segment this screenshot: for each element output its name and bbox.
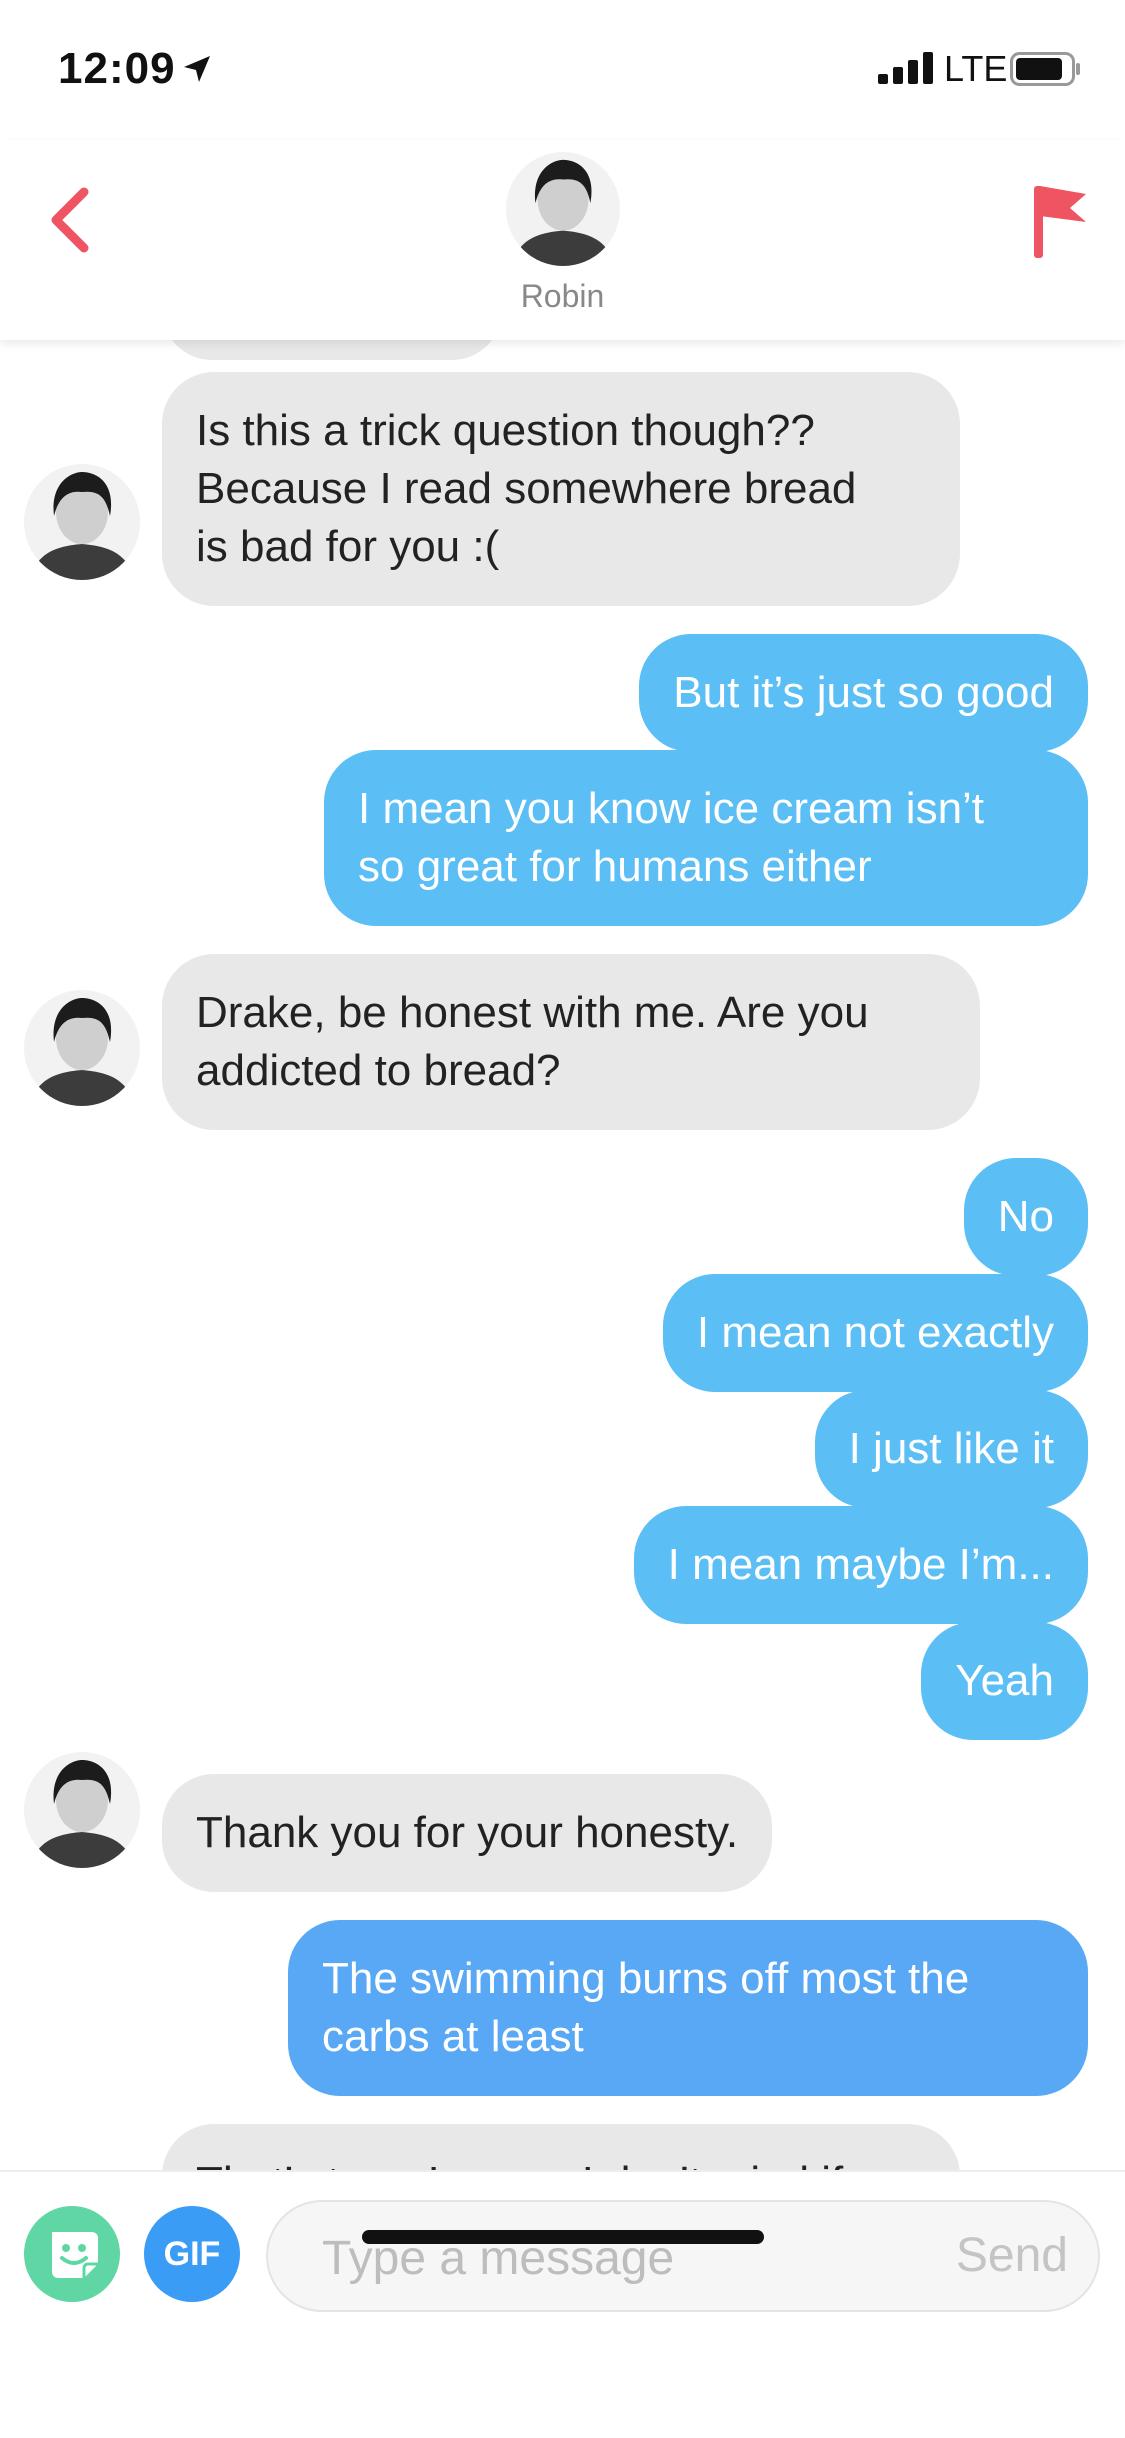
message-thread[interactable]: Is this a trick question though?? Becaus… [0, 340, 1125, 2170]
status-time: 12:09 [58, 44, 176, 93]
message-bubble-sent: The swimming burns off most the carbs at… [288, 1920, 1088, 2096]
avatar[interactable] [24, 464, 140, 580]
message-bubble-received: Thank you for your honesty. [162, 1774, 773, 1892]
message-bubble-sent: I mean maybe I’m... [633, 1506, 1088, 1624]
message-bubble-sent: But it’s just so good [639, 634, 1088, 752]
message-bubble-received: Drake, be honest with me. Are you addict… [162, 954, 980, 1130]
message-composer: GIF Send [0, 2170, 1125, 2438]
contact-name[interactable]: Robin [0, 278, 1125, 315]
home-indicator [362, 2230, 764, 2244]
report-flag-icon[interactable] [1030, 180, 1090, 260]
chat-header: Robin [0, 140, 1125, 340]
send-button[interactable]: Send [956, 2228, 1068, 2283]
avatar[interactable] [24, 990, 140, 1106]
message-bubble-sent: I just like it [814, 1390, 1088, 1508]
gif-button[interactable]: GIF [144, 2206, 240, 2302]
location-arrow-icon [184, 56, 210, 82]
avatar[interactable] [24, 1752, 140, 1868]
message-bubble-received: Is this a trick question though?? Becaus… [162, 372, 960, 606]
avatar[interactable] [506, 152, 620, 266]
sticker-face-icon [52, 2232, 98, 2278]
battery-icon [1010, 52, 1080, 86]
back-chevron-icon[interactable] [40, 180, 100, 260]
network-type: LTE [944, 48, 1008, 89]
message-bubble-received: That’s true. I guess I don’t mind if [162, 2124, 960, 2170]
message-bubble-sent: Yeah [921, 1622, 1088, 1740]
signal-icon [878, 52, 933, 84]
status-bar: 12:09 LTE [0, 0, 1125, 140]
message-bubble-sent: No [963, 1158, 1088, 1276]
message-input-container: Send [266, 2200, 1100, 2312]
sticker-button[interactable] [24, 2206, 120, 2302]
message-bubble-sent: I mean not exactly [662, 1274, 1088, 1392]
message-bubble-received [162, 340, 502, 360]
message-bubble-sent: I mean you know ice cream isn’t so great… [324, 750, 1088, 926]
